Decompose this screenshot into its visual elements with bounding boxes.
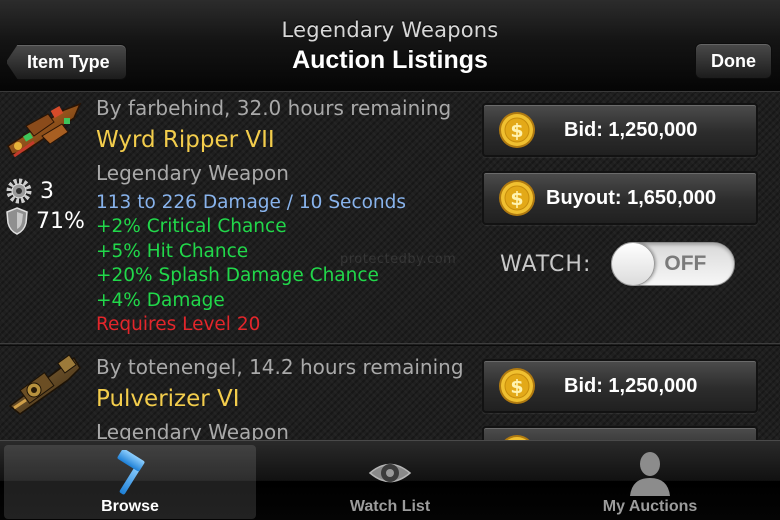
gold-coin-icon: $ [499,180,535,216]
socket-gear-icon [6,178,32,204]
toggle-knob [611,242,656,286]
bonus-stat: +4% Damage [96,289,225,311]
bid-amount: Bid: 1,250,000 [564,118,698,141]
weapon-icon [8,354,81,415]
svg-text:$: $ [510,376,523,398]
gold-coin-icon: $ [499,368,535,404]
seller-time-remaining: By totenengel, 14.2 hours remaining [96,355,464,379]
person-icon [630,452,670,496]
tab-browse[interactable]: Browse [4,445,256,519]
durability-percent: 71% [36,208,85,234]
auction-listing: 3 71% By farbehind, 32.0 hours remaining… [0,92,780,344]
item-details: By totenengel, 14.2 hours remaining Pulv… [96,355,464,440]
item-details: By farbehind, 32.0 hours remaining Wyrd … [96,96,451,337]
tab-bar: Browse Watch List My Auctions [0,440,780,520]
item-name: Pulverizer VI [96,386,240,412]
gold-coin-icon: $ [499,112,535,148]
tab-watch-list[interactable]: Watch List [264,445,516,519]
tab-label: Browse [101,498,159,515]
seller-time-remaining: By farbehind, 32.0 hours remaining [96,96,452,120]
bid-button[interactable]: $ Bid: 1,250,000 [482,103,758,157]
bid-amount: Bid: 1,250,000 [564,374,698,397]
navigation-bar: Legendary Weapons Auction Listings Item … [0,0,780,92]
durability-shield-icon [6,207,28,235]
watch-toggle[interactable]: OFF [611,242,736,286]
item-type-back-button[interactable]: Item Type [6,44,127,80]
tab-label: My Auctions [602,498,698,515]
buyout-button[interactable] [482,426,758,440]
damage-stat: 113 to 226 Damage / 10 Seconds [96,192,407,213]
watermark: protectedby.com [340,252,457,267]
bonus-stat: +20% Splash Damage Chance [96,265,379,287]
item-stat-block: 3 71% [4,176,90,236]
socket-count: 3 [40,178,54,204]
item-name: Wyrd Ripper VII [96,127,275,153]
buyout-button[interactable]: $ Buyout: 1,650,000 [482,171,758,225]
watch-label: WATCH: [500,251,592,277]
svg-text:$: $ [510,120,523,142]
svg-text:$: $ [510,188,523,210]
item-category: Legendary Weapon [96,420,289,440]
buyout-amount: Buyout: 1,650,000 [546,186,717,209]
eye-icon [368,463,412,483]
hammer-icon [117,450,145,495]
tab-label: Watch List [349,498,431,515]
category-subtitle: Legendary Weapons [281,18,499,42]
auction-list[interactable]: 3 71% By farbehind, 32.0 hours remaining… [0,92,780,440]
toggle-state: OFF [664,252,707,275]
watch-control: WATCH: OFF [500,242,736,286]
bonus-stat: +2% Critical Chance [96,216,287,238]
tab-my-auctions[interactable]: My Auctions [524,445,776,519]
item-category: Legendary Weapon [96,161,289,185]
done-button[interactable]: Done [695,43,772,79]
level-requirement: Requires Level 20 [96,314,261,336]
weapon-icon [7,102,82,158]
auction-listing: By totenengel, 14.2 hours remaining Pulv… [0,345,780,440]
bid-button[interactable]: $ Bid: 1,250,000 [482,359,758,413]
